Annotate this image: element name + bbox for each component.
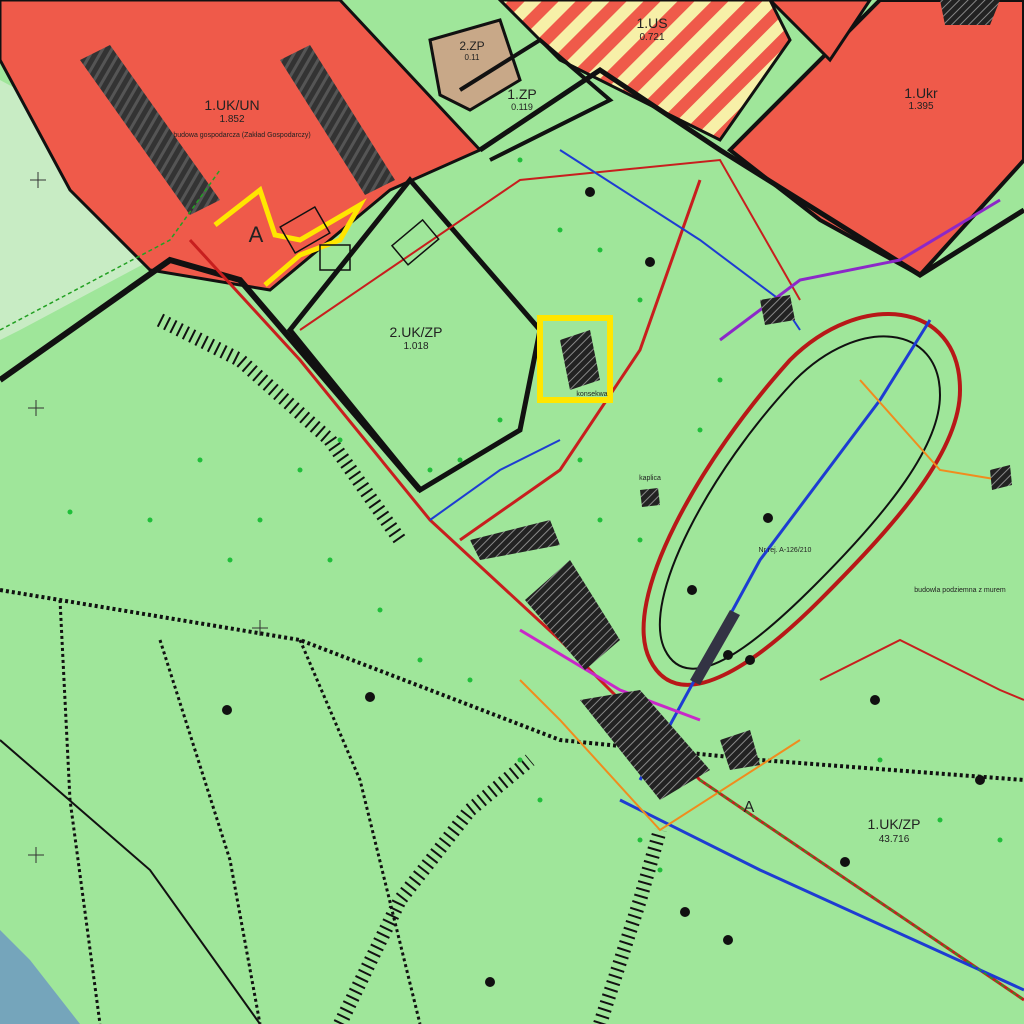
label-budowla: budowla podziemna z murem (914, 587, 1006, 594)
building-hatched-10 (760, 295, 795, 325)
label-area-letter-2: A (744, 799, 755, 816)
label-kaplica: kaplica (639, 475, 661, 482)
label-nr-rej: Nr rej. A-126/210 (759, 547, 812, 554)
label-uk-un-area: 1.852 (219, 114, 244, 125)
label-uk-zp-1-code: 1.UK/ZP (868, 816, 921, 832)
building-hatched-8 (640, 488, 660, 507)
label-small-top-code: 2.ZP (459, 39, 484, 53)
label-building-word: konsekwa (576, 391, 607, 398)
label-area-letter: A (249, 222, 264, 247)
label-uk-zp-2-code: 2.UK/ZP (390, 324, 443, 340)
label-uk-un-code: 1.UK/UN (204, 97, 259, 113)
label-uk-zp-1-area: 43.716 (879, 834, 910, 845)
label-ukr-area: 1.395 (908, 101, 933, 112)
label-small-top-area: 0.11 (465, 53, 481, 62)
label-uk-un-note: budowa gospodarcza (Zakład Gospodarczy) (173, 132, 310, 139)
label-uk-zp-2-area: 1.018 (403, 341, 428, 352)
label-us-area: 0.721 (639, 32, 664, 43)
label-us-code: 1.US (636, 15, 667, 31)
label-zp-small-code: 1.ZP (507, 86, 537, 102)
building-hatched-9 (940, 0, 1000, 25)
label-ukr-code: 1.Ukr (904, 85, 938, 101)
label-zp-small-area: 0.119 (511, 102, 533, 112)
zoning-map[interactable]: 1.UK/UN 1.852 budowa gospodarcza (Zakład… (0, 0, 1024, 1024)
